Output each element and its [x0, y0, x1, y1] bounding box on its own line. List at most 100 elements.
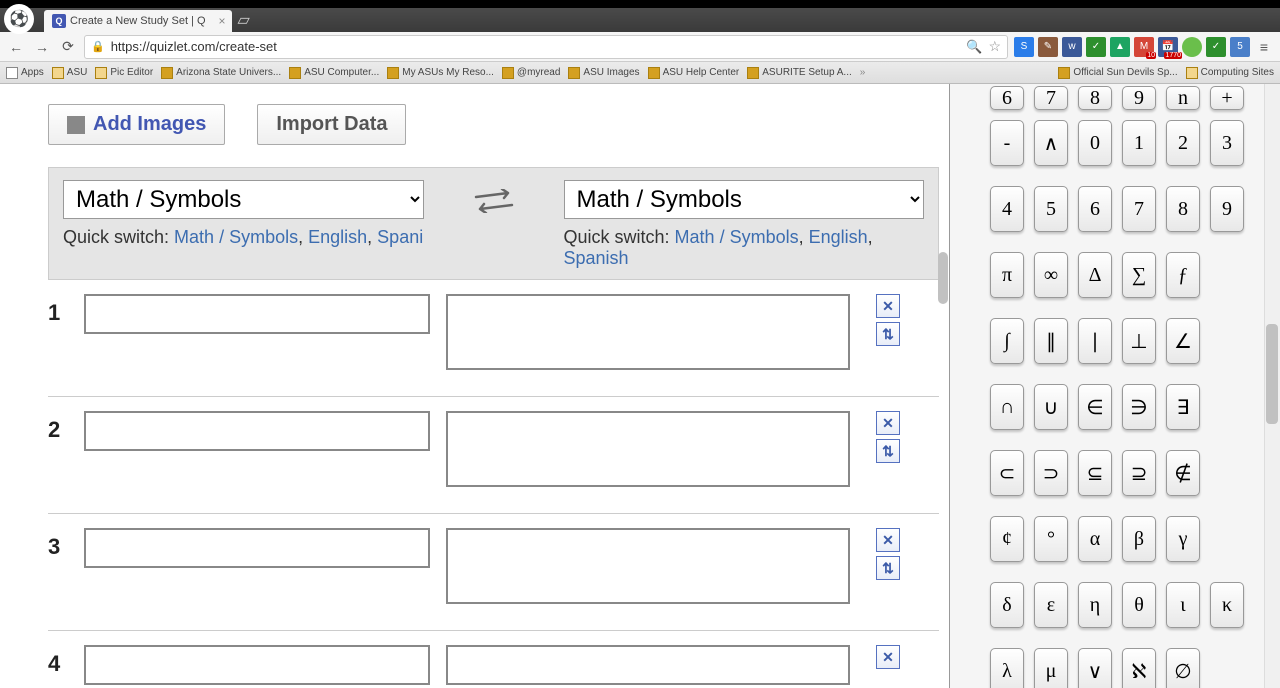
quick-link[interactable]: Spanish: [564, 248, 629, 268]
main-scrollbar-thumb[interactable]: [938, 252, 948, 304]
ext-icon[interactable]: w: [1062, 37, 1082, 57]
symbol-key[interactable]: ∨: [1078, 648, 1112, 688]
quick-link[interactable]: Math / Symbols: [174, 227, 298, 247]
ext-icon[interactable]: ✓: [1206, 37, 1226, 57]
reorder-row-button[interactable]: ⇅: [876, 322, 900, 346]
ext-icon[interactable]: ✓: [1086, 37, 1106, 57]
bookmark-item[interactable]: ASU Computer...: [289, 67, 379, 79]
symbol-key[interactable]: ∃: [1166, 384, 1200, 430]
symbol-key[interactable]: ∉: [1166, 450, 1200, 496]
ext-icon[interactable]: [1182, 37, 1202, 57]
symbol-key[interactable]: ε: [1034, 582, 1068, 628]
forward-button[interactable]: →: [32, 37, 52, 57]
symbol-key[interactable]: ¢: [990, 516, 1024, 562]
symbol-key[interactable]: ∪: [1034, 384, 1068, 430]
symbol-key[interactable]: 3: [1210, 120, 1244, 166]
symbol-key[interactable]: ∥: [1034, 318, 1068, 364]
ext-icon[interactable]: ✎: [1038, 37, 1058, 57]
bookmark-item[interactable]: ASU: [52, 67, 88, 79]
definition-input[interactable]: [446, 411, 850, 487]
symbol-key[interactable]: ∧: [1034, 120, 1068, 166]
definition-input[interactable]: [446, 528, 850, 604]
symbol-key[interactable]: 6: [990, 86, 1024, 110]
delete-row-button[interactable]: ✕: [876, 411, 900, 435]
symbol-key[interactable]: -: [990, 120, 1024, 166]
symbol-key[interactable]: η: [1078, 582, 1112, 628]
ext-icon[interactable]: M10: [1134, 37, 1154, 57]
quick-link[interactable]: English: [809, 227, 868, 247]
term-input[interactable]: [84, 294, 430, 334]
add-images-button[interactable]: Add Images: [48, 104, 225, 145]
quick-link[interactable]: Math / Symbols: [675, 227, 799, 247]
symbol-key[interactable]: ∑: [1122, 252, 1156, 298]
symbol-key[interactable]: 7: [1034, 86, 1068, 110]
bookmark-item[interactable]: Pic Editor: [95, 67, 153, 79]
symbol-key[interactable]: ⊆: [1078, 450, 1112, 496]
symbol-key[interactable]: 8: [1078, 86, 1112, 110]
symbol-key[interactable]: θ: [1122, 582, 1156, 628]
term-input[interactable]: [84, 528, 430, 568]
symbol-key[interactable]: π: [990, 252, 1024, 298]
symbol-key[interactable]: 9: [1122, 86, 1156, 110]
delete-row-button[interactable]: ✕: [876, 294, 900, 318]
symbol-key[interactable]: ∅: [1166, 648, 1200, 688]
symbol-key[interactable]: 5: [1034, 186, 1068, 232]
bookmark-item[interactable]: Apps: [6, 67, 44, 79]
quick-link[interactable]: English: [308, 227, 367, 247]
term-language-select[interactable]: Math / Symbols: [63, 180, 424, 219]
symbol-key[interactable]: λ: [990, 648, 1024, 688]
delete-row-button[interactable]: ✕: [876, 645, 900, 669]
symbol-key[interactable]: 4: [990, 186, 1024, 232]
symbol-key[interactable]: κ: [1210, 582, 1244, 628]
bookmark-item[interactable]: ASU Help Center: [648, 67, 740, 79]
symbol-key[interactable]: ι: [1166, 582, 1200, 628]
symbol-key[interactable]: ⊥: [1122, 318, 1156, 364]
bookmark-star-icon[interactable]: ☆: [988, 38, 1001, 55]
reorder-row-button[interactable]: ⇅: [876, 556, 900, 580]
symbol-key[interactable]: ℵ: [1122, 648, 1156, 688]
bookmark-item[interactable]: Arizona State Univers...: [161, 67, 281, 79]
new-tab-button[interactable]: ▱: [238, 10, 250, 30]
ext-icon[interactable]: 📅1770: [1158, 37, 1178, 57]
back-button[interactable]: ←: [6, 37, 26, 57]
symbol-key[interactable]: ∩: [990, 384, 1024, 430]
symbol-key[interactable]: 1: [1122, 120, 1156, 166]
term-input[interactable]: [84, 411, 430, 451]
menu-icon[interactable]: ≡: [1254, 37, 1274, 57]
symbol-key[interactable]: γ: [1166, 516, 1200, 562]
os-start-icon[interactable]: ⚽: [4, 4, 34, 34]
bookmark-item[interactable]: @myread: [502, 67, 561, 79]
symbol-key[interactable]: ∣: [1078, 318, 1112, 364]
swap-languages-button[interactable]: [470, 186, 518, 216]
reorder-row-button[interactable]: ⇅: [876, 439, 900, 463]
term-input[interactable]: [84, 645, 430, 685]
browser-tab[interactable]: Q Create a New Study Set | Q ×: [44, 10, 232, 32]
ext-icon[interactable]: 5: [1230, 37, 1250, 57]
symbol-key[interactable]: ∫: [990, 318, 1024, 364]
symbol-key[interactable]: 9: [1210, 186, 1244, 232]
symbol-key[interactable]: 7: [1122, 186, 1156, 232]
symbol-key[interactable]: β: [1122, 516, 1156, 562]
quick-link[interactable]: Spani: [377, 227, 423, 247]
symbol-key[interactable]: ∋: [1122, 384, 1156, 430]
symbol-key[interactable]: 6: [1078, 186, 1112, 232]
symbol-key[interactable]: ∈: [1078, 384, 1112, 430]
bookmark-item[interactable]: ASU Images: [568, 67, 639, 79]
definition-input[interactable]: [446, 645, 850, 685]
symbol-key[interactable]: 8: [1166, 186, 1200, 232]
symbol-key[interactable]: °: [1034, 516, 1068, 562]
bookmark-item[interactable]: Official Sun Devils Sp...: [1058, 67, 1177, 79]
definition-language-select[interactable]: Math / Symbols: [564, 180, 925, 219]
symbol-key[interactable]: μ: [1034, 648, 1068, 688]
bookmark-item[interactable]: Computing Sites: [1186, 67, 1274, 79]
reload-button[interactable]: ⟳: [58, 37, 78, 57]
symbol-key[interactable]: ƒ: [1166, 252, 1200, 298]
side-scrollbar-thumb[interactable]: [1266, 324, 1278, 424]
symbol-key[interactable]: ∠: [1166, 318, 1200, 364]
delete-row-button[interactable]: ✕: [876, 528, 900, 552]
definition-input[interactable]: [446, 294, 850, 370]
address-bar[interactable]: 🔒 https://quizlet.com/create-set 🔍 ☆: [84, 35, 1008, 59]
symbol-key[interactable]: δ: [990, 582, 1024, 628]
ext-icon[interactable]: S: [1014, 37, 1034, 57]
symbol-key[interactable]: n: [1166, 86, 1200, 110]
